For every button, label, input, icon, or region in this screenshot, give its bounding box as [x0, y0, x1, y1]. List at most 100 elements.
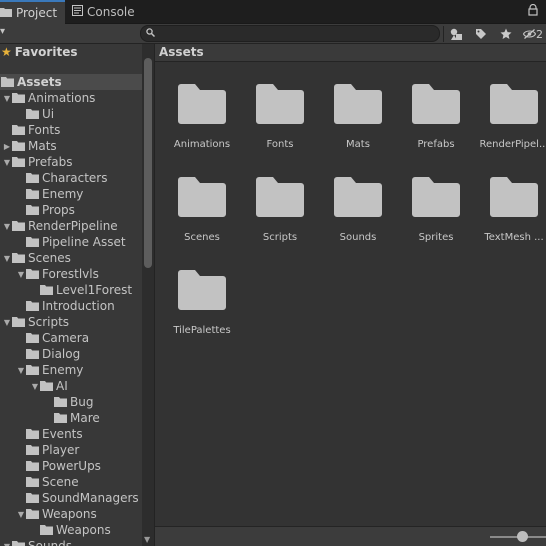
- tree-item[interactable]: ▶ Mats: [0, 138, 142, 154]
- tree-item[interactable]: Mare: [0, 410, 142, 426]
- caret-down-icon: ▾: [0, 26, 6, 37]
- save-search-button[interactable]: [494, 25, 518, 43]
- expand-arrow-icon[interactable]: ▼: [16, 510, 26, 519]
- folder-icon: [334, 177, 382, 217]
- tree-item[interactable]: Level1Forest: [0, 282, 142, 298]
- breadcrumb: Assets: [155, 44, 546, 62]
- asset-folder[interactable]: TextMesh ...: [475, 155, 546, 248]
- folder-icon: [12, 141, 25, 151]
- tab-project[interactable]: Project: [0, 0, 65, 24]
- folder-icon: [178, 84, 226, 124]
- asset-folder[interactable]: Scripts: [241, 155, 319, 248]
- tree-item[interactable]: ▼Assets: [0, 74, 142, 90]
- folder-icon: [256, 84, 304, 124]
- search-input[interactable]: [159, 26, 429, 41]
- asset-folder-label: Scenes: [184, 232, 220, 243]
- expand-arrow-icon[interactable]: ▼: [2, 222, 12, 231]
- folder-icon: [26, 189, 39, 199]
- expand-arrow-icon[interactable]: ▼: [16, 366, 26, 375]
- expand-arrow-icon[interactable]: ▼: [30, 382, 40, 391]
- tree-item[interactable]: ▼ AI: [0, 378, 142, 394]
- tree-item[interactable]: ▼ RenderPipeline: [0, 218, 142, 234]
- tree-item[interactable]: ▼ Animations: [0, 90, 142, 106]
- asset-folder[interactable]: RenderPipel...: [475, 62, 546, 155]
- search-field[interactable]: [140, 25, 440, 42]
- tree-item[interactable]: Props: [0, 202, 142, 218]
- tree-item[interactable]: ▼ Weapons: [0, 506, 142, 522]
- asset-browser: Assets Animations Fonts Mats Prefabs RenderP…: [155, 44, 546, 546]
- search-by-type-button[interactable]: [444, 25, 468, 43]
- tree-item[interactable]: Ui: [0, 106, 142, 122]
- folder-icon: [412, 177, 460, 217]
- tab-console-label: Console: [87, 5, 135, 19]
- icon-size-slider-knob[interactable]: [517, 531, 528, 542]
- folder-icon: [40, 525, 53, 535]
- tree-item-favorites[interactable]: ★ Favorites: [0, 44, 142, 60]
- toolbar-separator: [443, 26, 444, 42]
- tree-item[interactable]: ▼ Prefabs: [0, 154, 142, 170]
- expand-arrow-icon[interactable]: ▼: [2, 318, 12, 327]
- tree-item[interactable]: Introduction: [0, 298, 142, 314]
- asset-grid: Animations Fonts Mats Prefabs RenderPipel...…: [155, 62, 546, 524]
- folder-icon: [40, 381, 53, 391]
- tree-item[interactable]: Camera: [0, 330, 142, 346]
- lock-icon[interactable]: [528, 3, 538, 16]
- tree-item-label: Introduction: [42, 299, 115, 313]
- tree-item[interactable]: ▼ Enemy: [0, 362, 142, 378]
- scroll-down-icon[interactable]: ▼: [144, 535, 150, 544]
- tree-item[interactable]: ▼ Sounds: [0, 538, 142, 546]
- search-by-label-button[interactable]: [469, 25, 493, 43]
- tree-item[interactable]: Weapons: [0, 522, 142, 538]
- folder-icon: [26, 445, 39, 455]
- tree-item[interactable]: Dialog: [0, 346, 142, 362]
- asset-folder[interactable]: Sounds: [319, 155, 397, 248]
- tree-item-label: Forestlvls: [42, 267, 99, 281]
- breadcrumb-assets[interactable]: Assets: [159, 45, 204, 59]
- tree-item[interactable]: Enemy: [0, 186, 142, 202]
- folder-tree: ★Favorites ▼Assets▼AnimationsUiFonts▶Mats…: [0, 44, 142, 546]
- create-dropdown[interactable]: ▾: [0, 26, 14, 42]
- asset-folder[interactable]: Scenes: [163, 155, 241, 248]
- tree-item[interactable]: Fonts: [0, 122, 142, 138]
- expand-arrow-icon[interactable]: ▼: [2, 158, 12, 167]
- tree-scrollbar[interactable]: ▼: [142, 44, 154, 546]
- tree-scrollbar-thumb[interactable]: [144, 58, 152, 268]
- asset-folder[interactable]: Fonts: [241, 62, 319, 155]
- folder-icon: [26, 205, 39, 215]
- folder-icon: [256, 177, 304, 217]
- folder-icon: [26, 109, 39, 119]
- collapse-arrow-icon[interactable]: ▶: [2, 142, 12, 151]
- tree-item[interactable]: Scene: [0, 474, 142, 490]
- asset-folder[interactable]: Mats: [319, 62, 397, 155]
- folder-icon: [26, 477, 39, 487]
- tree-item[interactable]: Bug: [0, 394, 142, 410]
- expand-arrow-icon[interactable]: ▼: [2, 94, 12, 103]
- tree-item[interactable]: Events: [0, 426, 142, 442]
- tab-console[interactable]: Console: [72, 0, 135, 24]
- tree-item-label: Bug: [70, 395, 94, 409]
- expand-arrow-icon[interactable]: ▼: [2, 254, 12, 263]
- tree-item[interactable]: Pipeline Asset: [0, 234, 142, 250]
- folder-icon: [26, 493, 39, 503]
- tree-item[interactable]: PowerUps: [0, 458, 142, 474]
- eye-slash-icon: [523, 29, 536, 39]
- asset-folder[interactable]: TilePalettes: [163, 248, 241, 341]
- tree-item[interactable]: ▼ Scenes: [0, 250, 142, 266]
- tree-item[interactable]: SoundManagers: [0, 490, 142, 506]
- tree-item-label: Sounds: [28, 539, 73, 546]
- folder-icon: [12, 125, 25, 135]
- tree-item-label: Enemy: [42, 187, 84, 201]
- expand-arrow-icon[interactable]: ▼: [2, 542, 12, 546]
- tree-item[interactable]: ▼ Scripts: [0, 314, 142, 330]
- asset-folder[interactable]: Animations: [163, 62, 241, 155]
- asset-folder[interactable]: Sprites: [397, 155, 475, 248]
- expand-arrow-icon[interactable]: ▼: [16, 270, 26, 279]
- hidden-packages-button[interactable]: 2: [519, 25, 546, 43]
- asset-folder[interactable]: Prefabs: [397, 62, 475, 155]
- tree-item-label: Camera: [42, 331, 90, 345]
- tree-item[interactable]: Characters: [0, 170, 142, 186]
- tree-item[interactable]: ▼ Forestlvls: [0, 266, 142, 282]
- tree-item-label: Level1Forest: [56, 283, 133, 297]
- tree-item[interactable]: Player: [0, 442, 142, 458]
- folder-icon: [26, 429, 39, 439]
